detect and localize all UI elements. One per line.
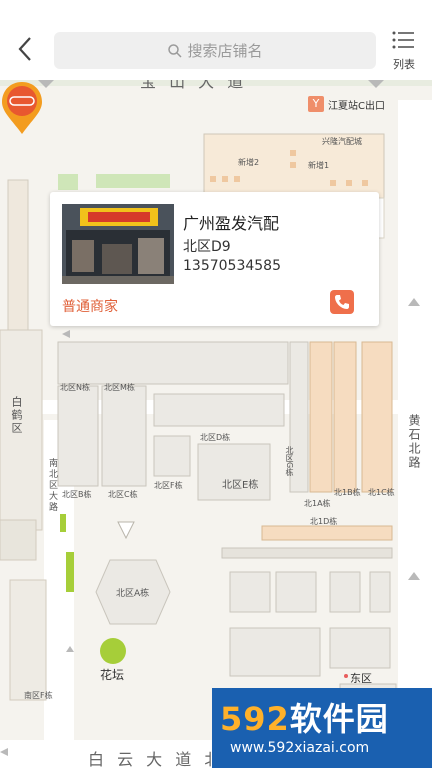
list-icon: [392, 31, 414, 49]
shop-location-pin-icon[interactable]: [0, 80, 44, 136]
top-bar: 搜索店铺名 列表: [0, 0, 432, 80]
map-label-bei-m: 北区M栋: [104, 383, 135, 392]
watermark-digits: 592: [220, 700, 290, 738]
list-view-button[interactable]: 列表: [384, 30, 424, 72]
east-area-label: 东区: [350, 672, 372, 685]
road-label-right: 黄石北路: [407, 414, 421, 470]
map-label-xin2: 新增2: [238, 158, 260, 167]
map-background: [0, 80, 432, 768]
shop-photo: [62, 204, 174, 284]
map-label-bei-n: 北区N栋: [60, 383, 90, 392]
watermark-url: www.592xiazai.com: [230, 740, 370, 756]
search-input[interactable]: 搜索店铺名: [54, 32, 376, 69]
market-map[interactable]: 宝 山 大 道 Y 江夏站C出口 兴隆汽配城 新增2 新增1 白鹤区 南北区大路…: [0, 80, 432, 768]
metro-exit-icon: Y: [308, 96, 324, 112]
map-label-xin1: 新增1: [308, 161, 330, 170]
search-icon: [168, 43, 183, 58]
list-label: 列表: [393, 58, 415, 71]
map-label-bei-e: 北区E栋: [222, 480, 259, 491]
shop-phone: 13570534585: [183, 258, 281, 274]
map-label-bei-b: 北区B栋: [62, 490, 92, 499]
map-label-bei-1a: 北1A栋: [304, 499, 331, 508]
shop-name: 广州盈发汽配: [183, 214, 280, 233]
search-placeholder: 搜索店铺名: [187, 42, 263, 60]
flower-bed-marker: [100, 638, 126, 664]
road-label-bottom: 白 云 大 道 北: [88, 750, 225, 768]
map-label-bei-1d: 北1D栋: [310, 517, 338, 526]
road-label-top: 宝 山 大 道: [140, 80, 248, 91]
exit-label: Y 江夏站C出口: [308, 96, 385, 112]
shop-info-card[interactable]: 广州盈发汽配 北区D9 13570534585 普通商家: [50, 192, 379, 326]
map-label-nan-f: 南区F栋: [24, 691, 53, 700]
phone-icon: [335, 295, 349, 309]
merchant-type: 普通商家: [62, 299, 118, 315]
watermark-brand-text: 软件园: [289, 700, 389, 738]
map-label-bei-f: 北区F栋: [154, 481, 183, 490]
exit-label-text: 江夏站C出口: [328, 100, 385, 112]
map-label-bei-c: 北区C栋: [108, 490, 138, 499]
map-label-bei-a: 北区A栋: [116, 589, 150, 599]
map-label-bei-1c: 北1C栋: [368, 488, 395, 497]
back-button[interactable]: [14, 34, 38, 64]
map-label-bei-g: 北区G栋: [285, 446, 294, 477]
map-label-bei-1b: 北1B栋: [334, 488, 361, 497]
road-label-left: 南北区大路: [47, 458, 57, 513]
shop-area: 北区D9: [183, 239, 231, 255]
watermark-brand: 592软件园: [220, 694, 389, 740]
flower-bed-label: 花坛: [100, 668, 125, 682]
watermark-logo: 592软件园 www.592xiazai.com: [212, 688, 432, 768]
chevron-left-icon: [18, 37, 31, 61]
call-button[interactable]: [330, 290, 354, 314]
map-label-bei-d: 北区D栋: [200, 433, 231, 442]
map-label-xingtang: 兴隆汽配城: [322, 137, 362, 146]
map-label-west-area: 白鹤区: [10, 396, 23, 435]
